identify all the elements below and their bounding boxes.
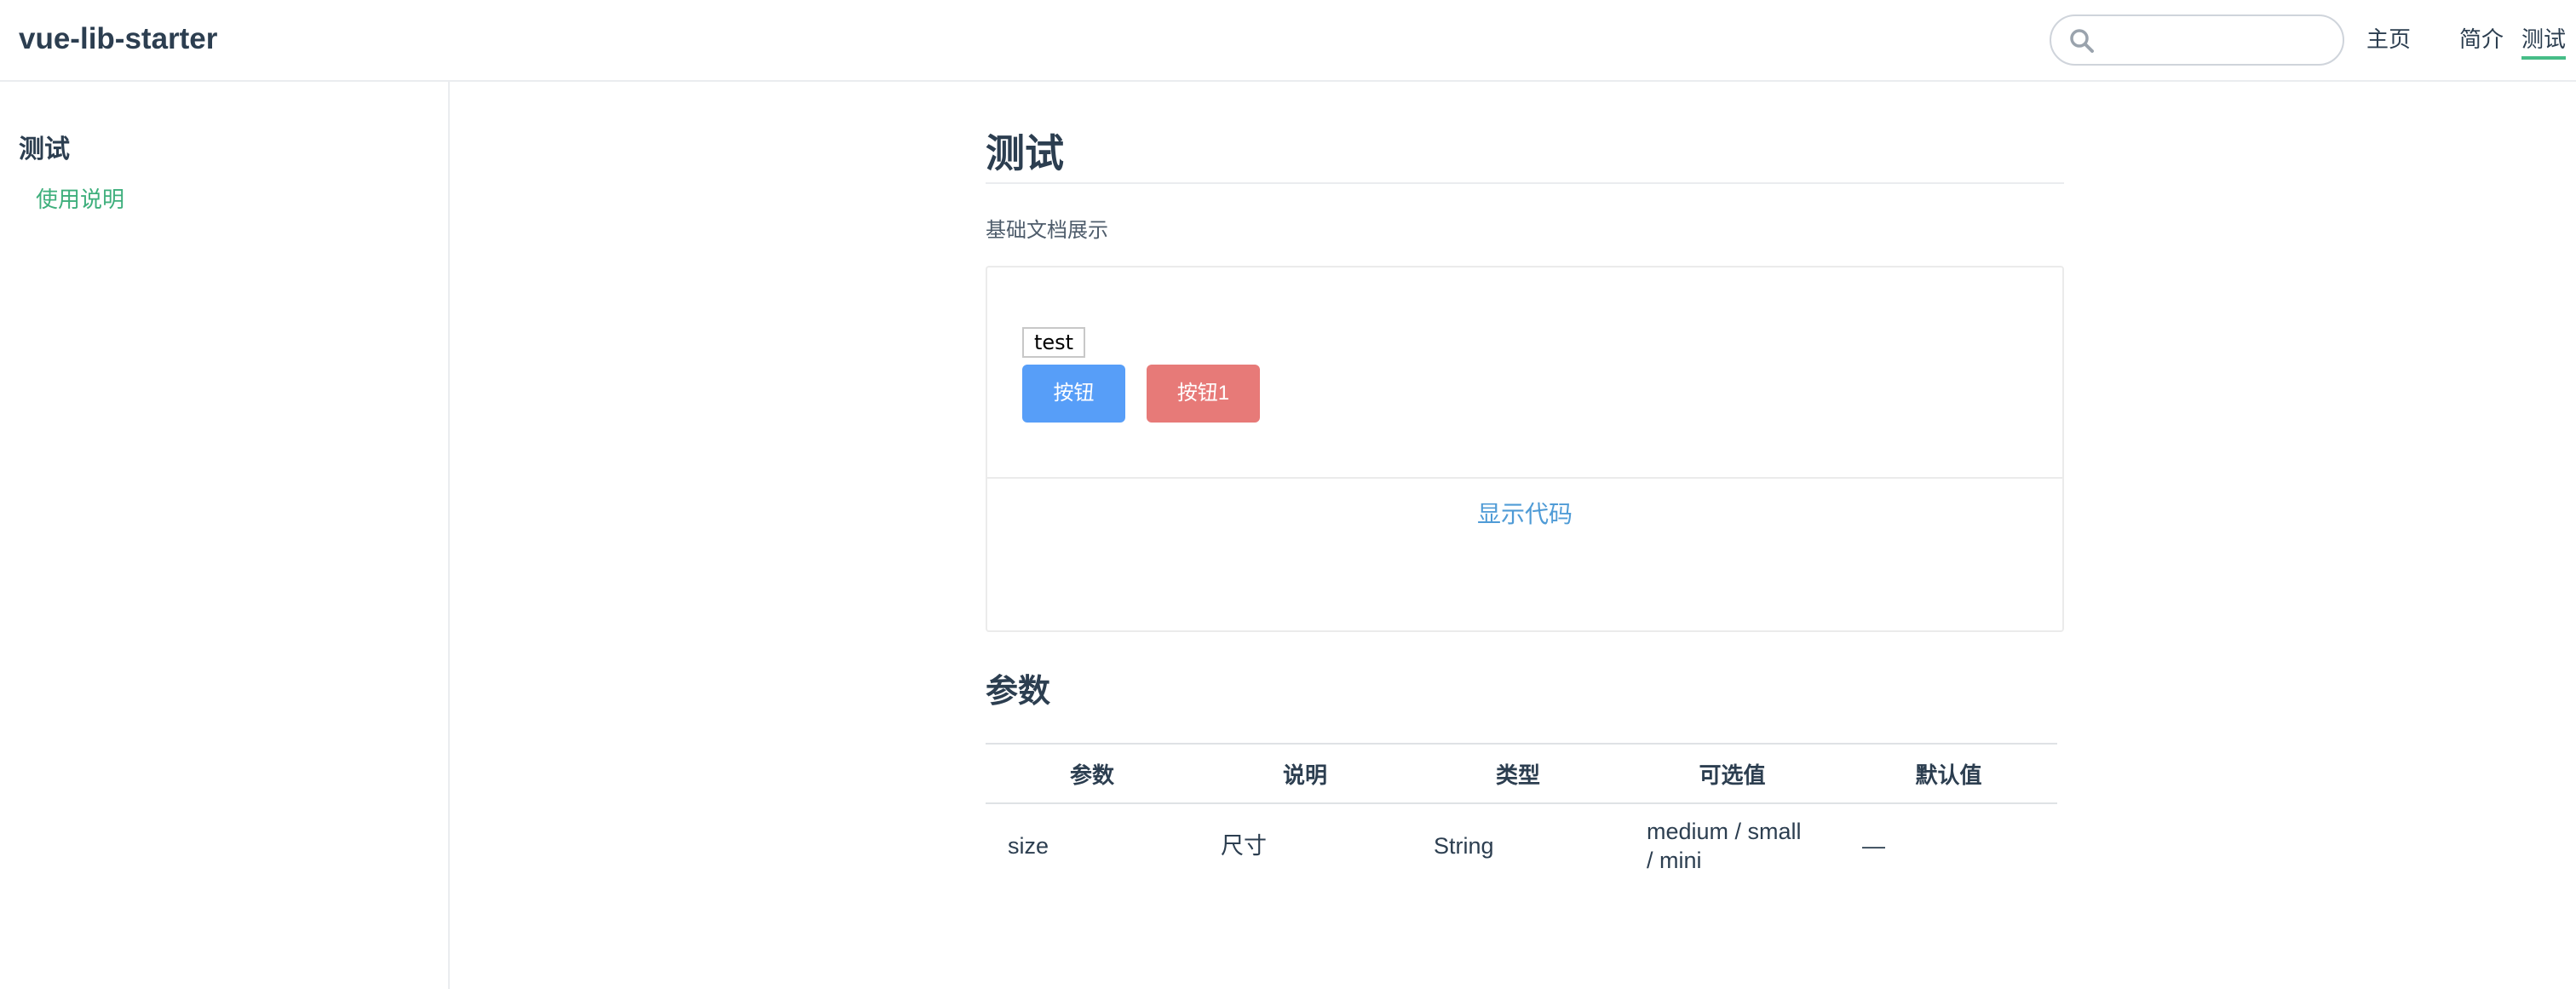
column-header: 参数 [986,743,1199,804]
demo-preview: test 按钮 按钮1 [987,267,2062,479]
primary-button[interactable]: 按钮 [1022,365,1125,423]
sidebar-item-usage[interactable]: 使用说明 [36,184,124,215]
column-header: 类型 [1412,743,1624,804]
column-header: 可选值 [1624,743,1840,804]
params-section-title: 参数 [986,674,1051,710]
nav-item-intro[interactable]: 简介 [2459,24,2504,55]
column-header: 说明 [1199,743,1412,804]
table-row: size 尺寸 String medium / small / mini — [986,803,2057,887]
sidebar-group-title[interactable]: 测试 [19,133,70,167]
test-label: test [1022,327,1086,358]
nav-item-home[interactable]: 主页 [2366,24,2411,55]
table-cell: medium / small / mini [1647,818,1802,873]
show-code-toggle[interactable]: 显示代码 [987,480,2062,549]
site-name-link[interactable]: vue-lib-starter [19,19,217,60]
table-header-row: 参数 说明 类型 可选值 默认值 [986,743,2057,804]
search-input[interactable] [2104,25,2334,57]
nav-item-test[interactable]: 测试 [2521,24,2567,60]
params-table: 参数 说明 类型 可选值 默认值 size 尺寸 String medium /… [986,743,2057,887]
column-header: 默认值 [1840,743,2057,804]
top-navbar: vue-lib-starter 主页 简介 测试 [0,0,2576,82]
search-box[interactable] [2050,14,2344,66]
demo-block: test 按钮 按钮1 显示代码 [986,266,2064,632]
table-cell: size [1008,832,1049,859]
table-cell: 尺寸 [1221,832,1267,859]
table-cell: String [1434,832,1494,859]
danger-button[interactable]: 按钮1 [1147,365,1260,423]
sidebar: 测试 使用说明 [0,82,450,989]
title-divider [986,182,2064,184]
page-title: 测试 [986,131,1064,175]
table-cell: — [1862,832,1885,859]
search-icon [2068,27,2096,55]
page-description: 基础文档展示 [986,219,1108,242]
